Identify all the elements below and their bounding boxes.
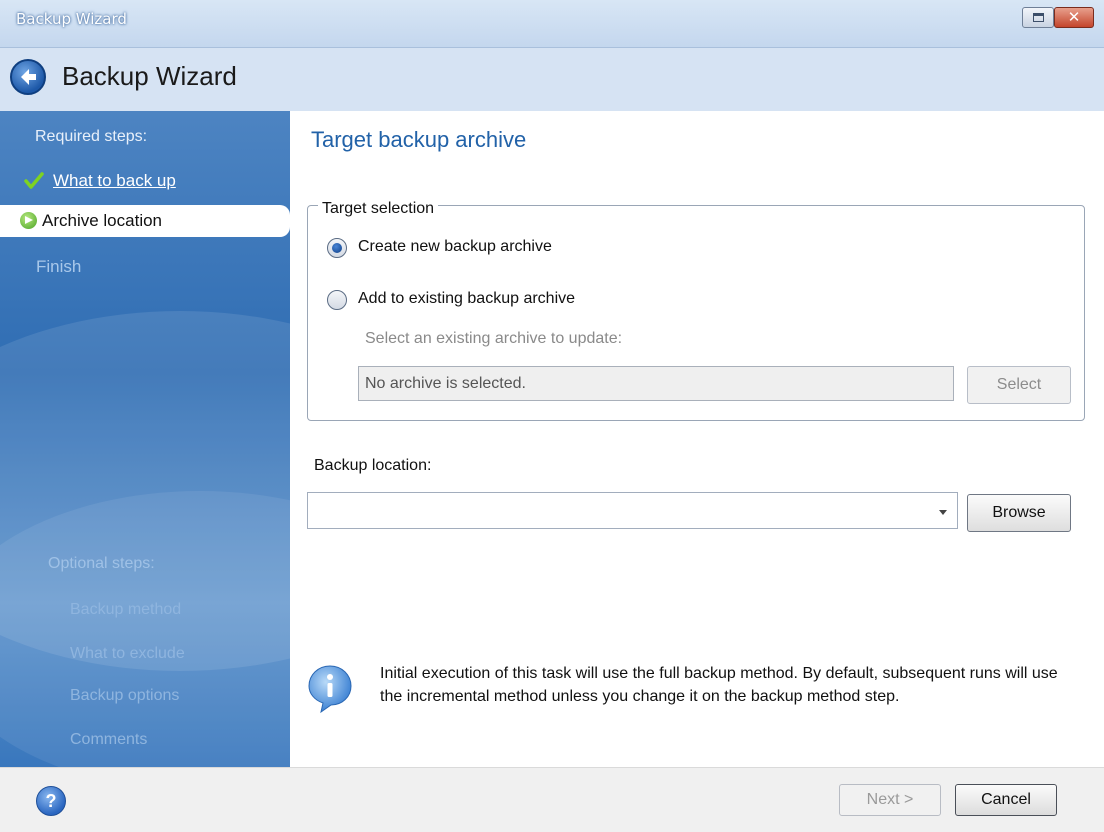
existing-archive-label: Select an existing archive to update: <box>365 330 623 347</box>
close-icon: ✕ <box>1067 8 1081 26</box>
browse-button[interactable]: Browse <box>967 494 1071 532</box>
window-titlebar: Backup Wizard ✕ <box>0 0 1104 48</box>
wizard-header: Backup Wizard <box>0 48 1104 111</box>
optional-step-what-to-exclude: What to exclude <box>70 645 185 662</box>
backup-location-label: Backup location: <box>314 457 432 474</box>
restore-button[interactable] <box>1022 7 1054 28</box>
step-label: What to back up <box>53 171 176 190</box>
required-steps-heading: Required steps: <box>35 128 148 145</box>
cancel-button[interactable]: Cancel <box>955 784 1057 816</box>
step-what-to-back-up[interactable]: What to back up <box>0 165 290 197</box>
checkmark-icon <box>24 172 44 189</box>
back-button[interactable] <box>10 59 46 95</box>
help-button[interactable]: ? <box>36 786 66 816</box>
radio-button-unchecked[interactable] <box>327 290 347 310</box>
radio-label: Create new backup archive <box>358 238 552 255</box>
info-icon <box>308 665 352 714</box>
radio-button-checked[interactable] <box>327 238 347 258</box>
optional-steps-heading: Optional steps: <box>48 555 155 572</box>
step-label: Finish <box>36 257 82 276</box>
optional-step-comments: Comments <box>70 731 148 748</box>
step-finish: Finish <box>0 251 290 283</box>
close-button[interactable]: ✕ <box>1054 7 1094 28</box>
wizard-footer: ? Next > Cancel <box>0 767 1104 832</box>
steps-sidebar: Required steps: What to back up Archive … <box>0 111 290 767</box>
existing-archive-field: No archive is selected. <box>358 366 954 401</box>
optional-step-backup-method: Backup method <box>70 601 182 618</box>
sidebar-decoration <box>0 491 290 767</box>
step-label: Archive location <box>42 211 163 230</box>
radio-label: Add to existing backup archive <box>358 290 576 307</box>
restore-icon <box>1033 13 1044 22</box>
optional-step-backup-options: Backup options <box>70 687 180 704</box>
dropdown-arrow-icon[interactable] <box>939 510 947 515</box>
target-selection-legend: Target selection <box>318 200 439 218</box>
select-archive-button: Select <box>967 366 1071 404</box>
window-title: Backup Wizard <box>16 10 127 28</box>
page-title: Backup Wizard <box>62 61 237 91</box>
current-step-arrow-icon <box>20 212 37 229</box>
backup-location-combobox[interactable] <box>307 492 958 529</box>
section-title: Target backup archive <box>311 127 527 152</box>
next-button: Next > <box>839 784 941 816</box>
step-archive-location[interactable]: Archive location <box>0 205 290 237</box>
info-message: Initial execution of this task will use … <box>380 665 1058 705</box>
back-arrow-icon <box>21 69 36 85</box>
